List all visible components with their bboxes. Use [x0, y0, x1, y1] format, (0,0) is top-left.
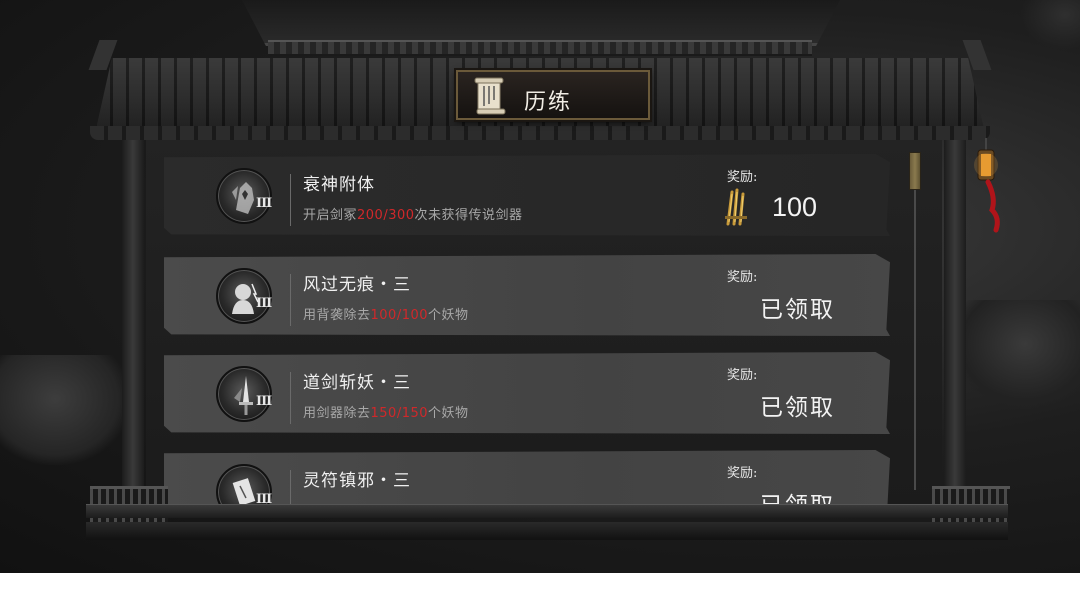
reward-label: 奖励:: [727, 368, 758, 383]
task-description: 开启剑冢200/300次未获得传说剑器: [303, 208, 523, 223]
page-title: 历练: [524, 90, 573, 115]
scrollbar-thumb[interactable]: [909, 152, 921, 190]
roof-ridge: [268, 40, 812, 56]
roof-eave: [90, 126, 990, 140]
game-scene: 历练 III 衰神附体 开启剑冢200/300次未获得传说剑器 奖励: 100 …: [0, 0, 1080, 573]
scroll-icon: [474, 77, 506, 115]
task-list[interactable]: III 衰神附体 开启剑冢200/300次未获得传说剑器 奖励: 100 III…: [164, 154, 890, 504]
task-row[interactable]: III 道剑斩妖・三 用剑器除去150/150个妖物 奖励: 已领取: [164, 352, 890, 434]
divider: [290, 174, 291, 226]
reward-label: 奖励:: [727, 466, 758, 481]
title-plaque: 历练: [456, 70, 650, 120]
scrollbar-track[interactable]: [914, 152, 916, 490]
tier-label: III: [256, 394, 272, 409]
reward-label: 奖励:: [727, 170, 758, 185]
right-pillar: [944, 136, 966, 536]
task-progress: 150/150: [370, 406, 429, 421]
lantern-icon: [974, 138, 1000, 233]
task-badge: III: [216, 168, 272, 224]
task-row[interactable]: III 风过无痕・三 用背袭除去100/100个妖物 奖励: 已领取: [164, 254, 890, 336]
railing: [86, 486, 1010, 550]
task-badge: III: [216, 366, 272, 422]
tier-label: III: [256, 196, 272, 211]
claimed-status: 已领取: [760, 395, 835, 421]
divider: [290, 372, 291, 424]
background-rock: [0, 355, 130, 465]
reward-label: 奖励:: [727, 270, 758, 285]
task-name: 风过无痕・三: [303, 275, 411, 295]
rail-beam: [86, 522, 1008, 540]
claimed-status: 已领取: [760, 297, 835, 323]
rail-beam: [86, 504, 1008, 518]
task-description: 用背袭除去100/100个妖物: [303, 308, 469, 323]
task-description: 用剑器除去150/150个妖物: [303, 406, 469, 421]
reward-amount: 100: [772, 192, 818, 222]
background-rock: [1020, 0, 1080, 50]
divider: [290, 274, 291, 326]
left-pillar: [122, 136, 144, 536]
task-badge: III: [216, 268, 272, 324]
task-name: 衰神附体: [303, 175, 375, 195]
task-row[interactable]: III 衰神附体 开启剑冢200/300次未获得传说剑器 奖励: 100: [164, 154, 890, 236]
task-name: 道剑斩妖・三: [303, 373, 411, 393]
tier-label: III: [256, 296, 272, 311]
task-progress: 100/100: [370, 308, 429, 323]
background-rock: [950, 300, 1080, 410]
golden-swords-icon: [725, 188, 747, 226]
task-progress: 200/300: [357, 208, 415, 223]
